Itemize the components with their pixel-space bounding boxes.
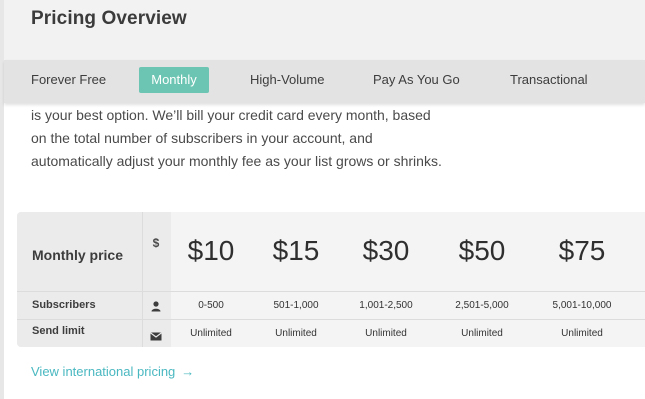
description-line: is your best option. We’ll bill your cre… <box>31 107 431 123</box>
description-line: on the total number of subscribers in yo… <box>31 130 373 146</box>
tier-subscribers: 2,501-5,000 <box>455 300 509 311</box>
row-divider <box>17 319 645 320</box>
international-pricing-label: View international pricing <box>31 364 176 379</box>
tier-price: $10 <box>187 235 235 266</box>
tab-bar: Forever Free Monthly High-Volume Pay As … <box>4 60 645 103</box>
tier-subscribers: 0-500 <box>198 300 224 311</box>
tier-subscribers: 501-1,000 <box>273 300 319 311</box>
tier-subscribers: 5,001-10,000 <box>552 300 612 311</box>
page-title: Pricing Overview <box>31 8 187 29</box>
international-pricing-link[interactable]: View international pricing → <box>31 364 194 379</box>
description-line: automatically adjust your monthly fee as… <box>31 153 442 169</box>
header: Pricing Overview <box>4 0 645 60</box>
tier-send-limit: Unlimited <box>561 328 603 339</box>
user-icon <box>142 299 170 317</box>
arrow-right-icon: → <box>181 364 195 379</box>
pricing-table: Monthly price Subscribers Send limit $ $… <box>17 212 645 347</box>
dollar-icon: $ <box>152 236 160 250</box>
tier-subscribers: 1,001-2,500 <box>359 300 413 311</box>
row-divider <box>17 291 645 292</box>
tab-transactional[interactable]: Transactional <box>510 67 588 93</box>
tier-send-limit: Unlimited <box>461 328 503 339</box>
monthly-price-label: Monthly price <box>32 247 124 263</box>
tier-price: $50 <box>458 235 506 266</box>
tab-forever-free[interactable]: Forever Free <box>31 67 106 93</box>
tier-send-limit: Unlimited <box>365 328 407 339</box>
tier-price: $30 <box>362 235 410 266</box>
send-limit-label: Send limit <box>32 325 85 337</box>
tab-high-volume[interactable]: High-Volume <box>250 67 324 93</box>
tier-price: $75 <box>558 235 606 266</box>
envelope-icon <box>142 328 170 346</box>
tier-send-limit: Unlimited <box>275 328 317 339</box>
tab-pay-as-you-go[interactable]: Pay As You Go <box>373 67 460 93</box>
plan-description: is your best option. We’ll bill your cre… <box>31 104 451 173</box>
tier-send-limit: Unlimited <box>190 328 232 339</box>
tab-monthly[interactable]: Monthly <box>139 67 209 93</box>
icon-column <box>142 212 171 347</box>
tier-price: $15 <box>272 235 320 266</box>
subscribers-label: Subscribers <box>32 299 96 311</box>
